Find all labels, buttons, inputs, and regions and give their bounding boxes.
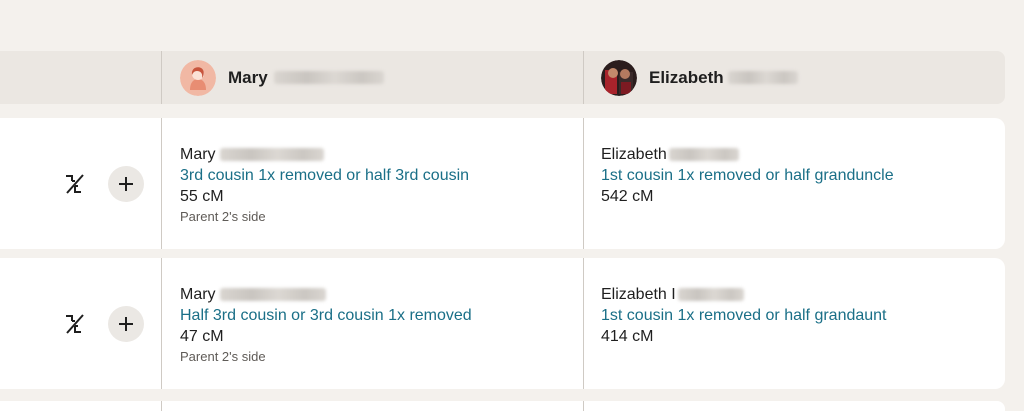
header-profile-elizabeth[interactable]: Elizabeth [601,51,798,104]
row-divider [583,258,584,389]
relationship-link[interactable]: 1st cousin 1x removed or half grandaunt [601,305,887,326]
relationship-link[interactable]: Half 3rd cousin or 3rd cousin 1x removed [180,305,472,326]
header-name: Elizabeth [649,67,724,87]
parent-side: Parent 2's side [180,209,266,224]
row-divider [583,118,584,249]
shared-cm: 542 cM [601,188,654,205]
parent-side: Parent 2's side [180,349,266,364]
plus-icon [119,177,133,191]
match-name: Elizabeth I [601,286,676,303]
match-cell: Mary 3rd cousin 1x removed or half 3rd c… [180,144,469,227]
row-divider [161,401,162,411]
match-row: Mary Half 3rd cousin or 3rd cousin 1x re… [0,258,1005,389]
match-name-line[interactable]: Elizabeth I [601,284,887,305]
avatar [601,59,637,96]
redacted-surname [677,288,744,301]
relationship-link[interactable]: 3rd cousin 1x removed or half 3rd cousin [180,165,469,186]
shared-cm: 414 cM [601,328,654,345]
match-name-line[interactable]: Mary [180,144,469,165]
shared-dna-icon[interactable] [63,312,87,336]
avatar [180,59,216,96]
match-name: Mary [180,286,216,303]
compare-header: Mary Elizabeth [0,51,1005,104]
shared-cm: 55 cM [180,188,224,205]
plus-icon [119,317,133,331]
match-name: Elizabeth [601,146,667,163]
match-row [0,401,1005,411]
redacted-surname [219,148,324,161]
add-button[interactable] [108,306,144,342]
shared-dna-icon[interactable] [63,172,87,196]
match-name-line[interactable]: Mary [180,284,472,305]
match-cell: Mary Half 3rd cousin or 3rd cousin 1x re… [180,284,472,367]
redacted-surname [727,71,798,84]
row-divider [161,118,162,249]
header-profile-mary[interactable]: Mary [180,51,384,104]
row-divider [161,258,162,389]
row-divider [583,401,584,411]
redacted-surname [668,148,739,161]
header-name: Mary [228,67,268,87]
redacted-surname [219,288,326,301]
match-cell: Elizabeth 1st cousin 1x removed or half … [601,144,894,207]
match-cell: Elizabeth I 1st cousin 1x removed or hal… [601,284,887,347]
add-button[interactable] [108,166,144,202]
match-name: Mary [180,146,216,163]
header-divider [161,51,162,104]
relationship-link[interactable]: 1st cousin 1x removed or half granduncle [601,165,894,186]
redacted-surname [273,71,384,84]
match-name-line[interactable]: Elizabeth [601,144,894,165]
header-divider [583,51,584,104]
match-row: Mary 3rd cousin 1x removed or half 3rd c… [0,118,1005,249]
shared-cm: 47 cM [180,328,224,345]
